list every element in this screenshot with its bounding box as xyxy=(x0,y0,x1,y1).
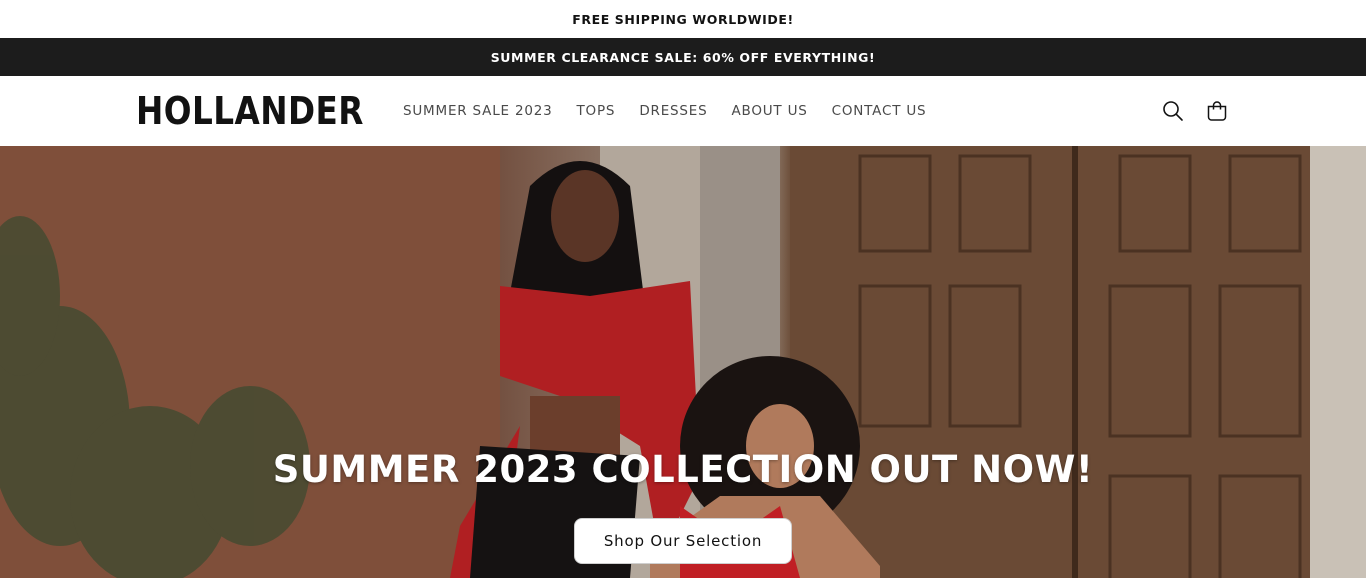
nav-item-dresses[interactable]: DRESSES xyxy=(627,103,719,119)
announcement-bar-shipping: FREE SHIPPING WORLDWIDE! xyxy=(0,0,1366,38)
nav-item-summer-sale[interactable]: SUMMER SALE 2023 xyxy=(391,103,565,119)
header-icons xyxy=(1160,76,1230,146)
main-nav: SUMMER SALE 2023 TOPS DRESSES ABOUT US C… xyxy=(391,76,938,146)
cart-icon[interactable] xyxy=(1204,98,1230,124)
logo[interactable]: HOLLANDER xyxy=(136,88,364,134)
announcement-bar-sale: SUMMER CLEARANCE SALE: 60% OFF EVERYTHIN… xyxy=(0,38,1366,76)
hero-image xyxy=(0,146,1366,578)
hero-title: SUMMER 2023 COLLECTION OUT NOW! xyxy=(272,448,1094,491)
nav-item-contact-us[interactable]: CONTACT US xyxy=(820,103,939,119)
sale-announcement: SUMMER CLEARANCE SALE: 60% OFF EVERYTHIN… xyxy=(490,49,876,65)
shop-selection-button[interactable]: Shop Our Selection xyxy=(574,518,792,564)
shipping-announcement: FREE SHIPPING WORLDWIDE! xyxy=(572,11,794,27)
nav-item-about-us[interactable]: ABOUT US xyxy=(719,103,819,119)
hero-banner: SUMMER 2023 COLLECTION OUT NOW! Shop Our… xyxy=(0,146,1366,578)
search-icon[interactable] xyxy=(1160,98,1186,124)
site-header: HOLLANDER SUMMER SALE 2023 TOPS DRESSES … xyxy=(0,76,1366,146)
nav-item-tops[interactable]: TOPS xyxy=(565,103,628,119)
